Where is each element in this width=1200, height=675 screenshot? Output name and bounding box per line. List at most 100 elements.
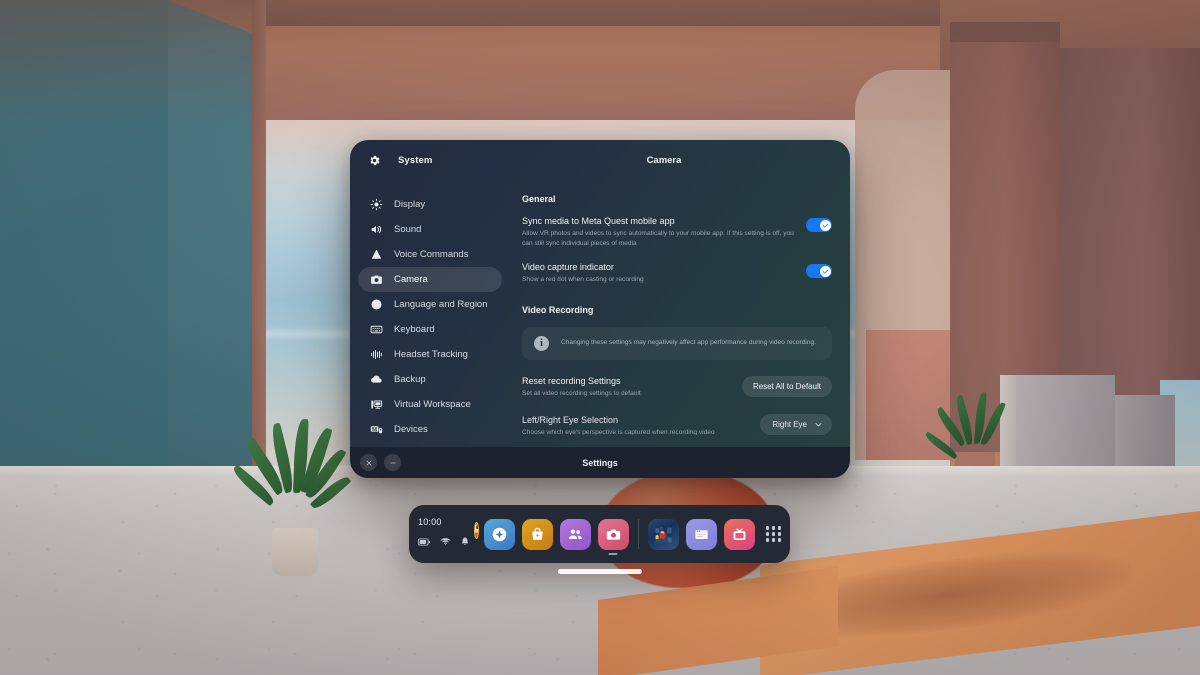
sidebar-item-label: Display [394,199,426,210]
gear-icon[interactable] [350,154,398,167]
plant-pot [272,528,318,576]
settings-sidebar: Display Sound Voice Commands Camera Lang… [350,180,510,478]
dock-app-people[interactable] [559,518,591,550]
setting-title: Left/Right Eye Selection [522,414,619,425]
info-banner-text: Changing these settings may negatively a… [561,339,816,347]
workspace-icon [369,398,383,412]
avatar-hair [476,523,478,529]
camera-icon [369,273,383,287]
dock-app-store[interactable] [521,518,553,550]
speaker-icon [369,223,383,237]
section-heading-general: General [522,194,556,204]
left-wall-shadow [0,0,260,120]
sidebar-item-sound[interactable]: Sound [358,217,502,242]
setting-subtitle: Choose which eye's perspective is captur… [522,428,715,435]
wifi-icon[interactable] [440,533,451,551]
setting-row-sync-media: Sync media to Meta Quest mobile app Allo… [522,216,832,248]
sidebar-item-label: Headset Tracking [394,349,468,360]
dock-app-camera[interactable] [597,518,629,555]
globe-icon [369,298,383,312]
brightness-icon [369,198,383,212]
settings-window[interactable]: System Camera Display Sound Voice Comman… [350,140,850,478]
window-header: System Camera [350,140,850,180]
sidebar-item-voice-commands[interactable]: Voice Commands [358,242,502,267]
grid-dot [771,538,775,542]
setting-subtitle: Set all video recording settings to defa… [522,389,641,397]
grid-dot [771,532,775,536]
setting-title: Sync media to Meta Quest mobile app [522,216,675,226]
minimize-button[interactable] [384,454,401,471]
cloud-icon [369,373,383,387]
sidebar-item-label: Devices [394,424,428,435]
setting-title: Reset recording Settings [522,375,621,386]
settings-content: General Sync media to Meta Quest mobile … [510,180,850,478]
minimize-icon [389,462,396,463]
game-thumbnail [655,525,672,543]
section-heading-video-recording: Video Recording [522,304,594,315]
eye-selection-dropdown[interactable]: Right Eye [760,414,832,436]
sidebar-item-backup[interactable]: Backup [358,367,502,392]
sidebar-item-keyboard[interactable]: Keyboard [358,317,502,342]
dock-clock: 10:00 [418,517,442,527]
grid-dot [777,526,781,530]
grid-dot [765,532,769,536]
battery-icon[interactable] [418,533,431,551]
toggle-knob [819,219,831,231]
grid-dot [765,526,769,530]
far-column-top [950,22,1060,42]
toggle-knob [819,265,831,277]
shopping-bag-icon [532,527,543,540]
setting-row-reset-recording: Reset recording Settings Set all video r… [522,376,832,399]
sidebar-item-label: Virtual Workspace [394,399,471,410]
camera-icon [606,529,620,540]
sidebar-item-virtual-workspace[interactable]: Virtual Workspace [358,392,502,417]
sidebar-item-headset-tracking[interactable]: Headset Tracking [358,342,502,367]
sidebar-item-label: Voice Commands [394,249,469,260]
reset-all-to-default-button[interactable]: Reset All to Default [741,376,832,398]
setting-title: Video capture indicator [522,262,614,273]
chevron-down-icon [815,423,822,427]
grid-dot [777,532,781,536]
home-indicator-bar[interactable] [558,569,642,574]
people-icon [568,528,582,539]
sidebar-item-label: Keyboard [394,324,435,335]
app-running-indicator [608,552,618,555]
grid-dot [777,538,781,542]
bell-icon[interactable] [460,533,470,551]
setting-subtitle: Show a red dot when casting or recording [522,276,644,284]
window-taskbar: Settings [350,447,850,478]
setting-row-capture-indicator: Video capture indicator Show a red dot w… [522,262,832,285]
sidebar-item-label: Sound [394,224,422,235]
user-avatar[interactable] [474,522,479,539]
video-capture-indicator-toggle[interactable] [806,264,832,279]
dock-app-tv[interactable] [724,518,755,550]
close-button[interactable] [360,454,377,471]
sidebar-item-language-and-region[interactable]: Language and Region [358,292,502,317]
dock-app-among-us[interactable] [648,518,679,550]
sidebar-item-devices[interactable]: Devices [358,417,502,442]
sidebar-item-label: Camera [394,274,428,285]
dock-status-icons [418,533,470,551]
browser-window-icon [695,529,708,539]
dock-app-browser[interactable] [686,518,717,550]
sidebar-item-display[interactable]: Display [358,192,502,217]
system-dock: 10:00 [409,505,790,563]
close-icon [366,460,371,465]
grid-dot [771,526,775,530]
app-library-grid-button[interactable] [765,519,781,550]
eye-selection-value: Right Eye [772,420,807,430]
devices-icon [369,423,383,437]
grid-dot [765,538,769,542]
dock-app-explore[interactable] [483,518,515,550]
sidebar-item-label: Language and Region [394,299,488,310]
sync-media-toggle[interactable] [806,218,832,232]
sidebar-item-camera[interactable]: Camera [358,267,502,292]
window-system-label: System [398,154,433,166]
keyboard-icon [369,323,383,337]
info-icon: i [534,335,549,351]
headset-tracking-icon [369,348,383,362]
ceiling-slab [255,0,955,26]
compass-icon [492,527,507,541]
television-icon [733,527,746,540]
info-banner: i Changing these settings may negatively… [522,326,832,360]
